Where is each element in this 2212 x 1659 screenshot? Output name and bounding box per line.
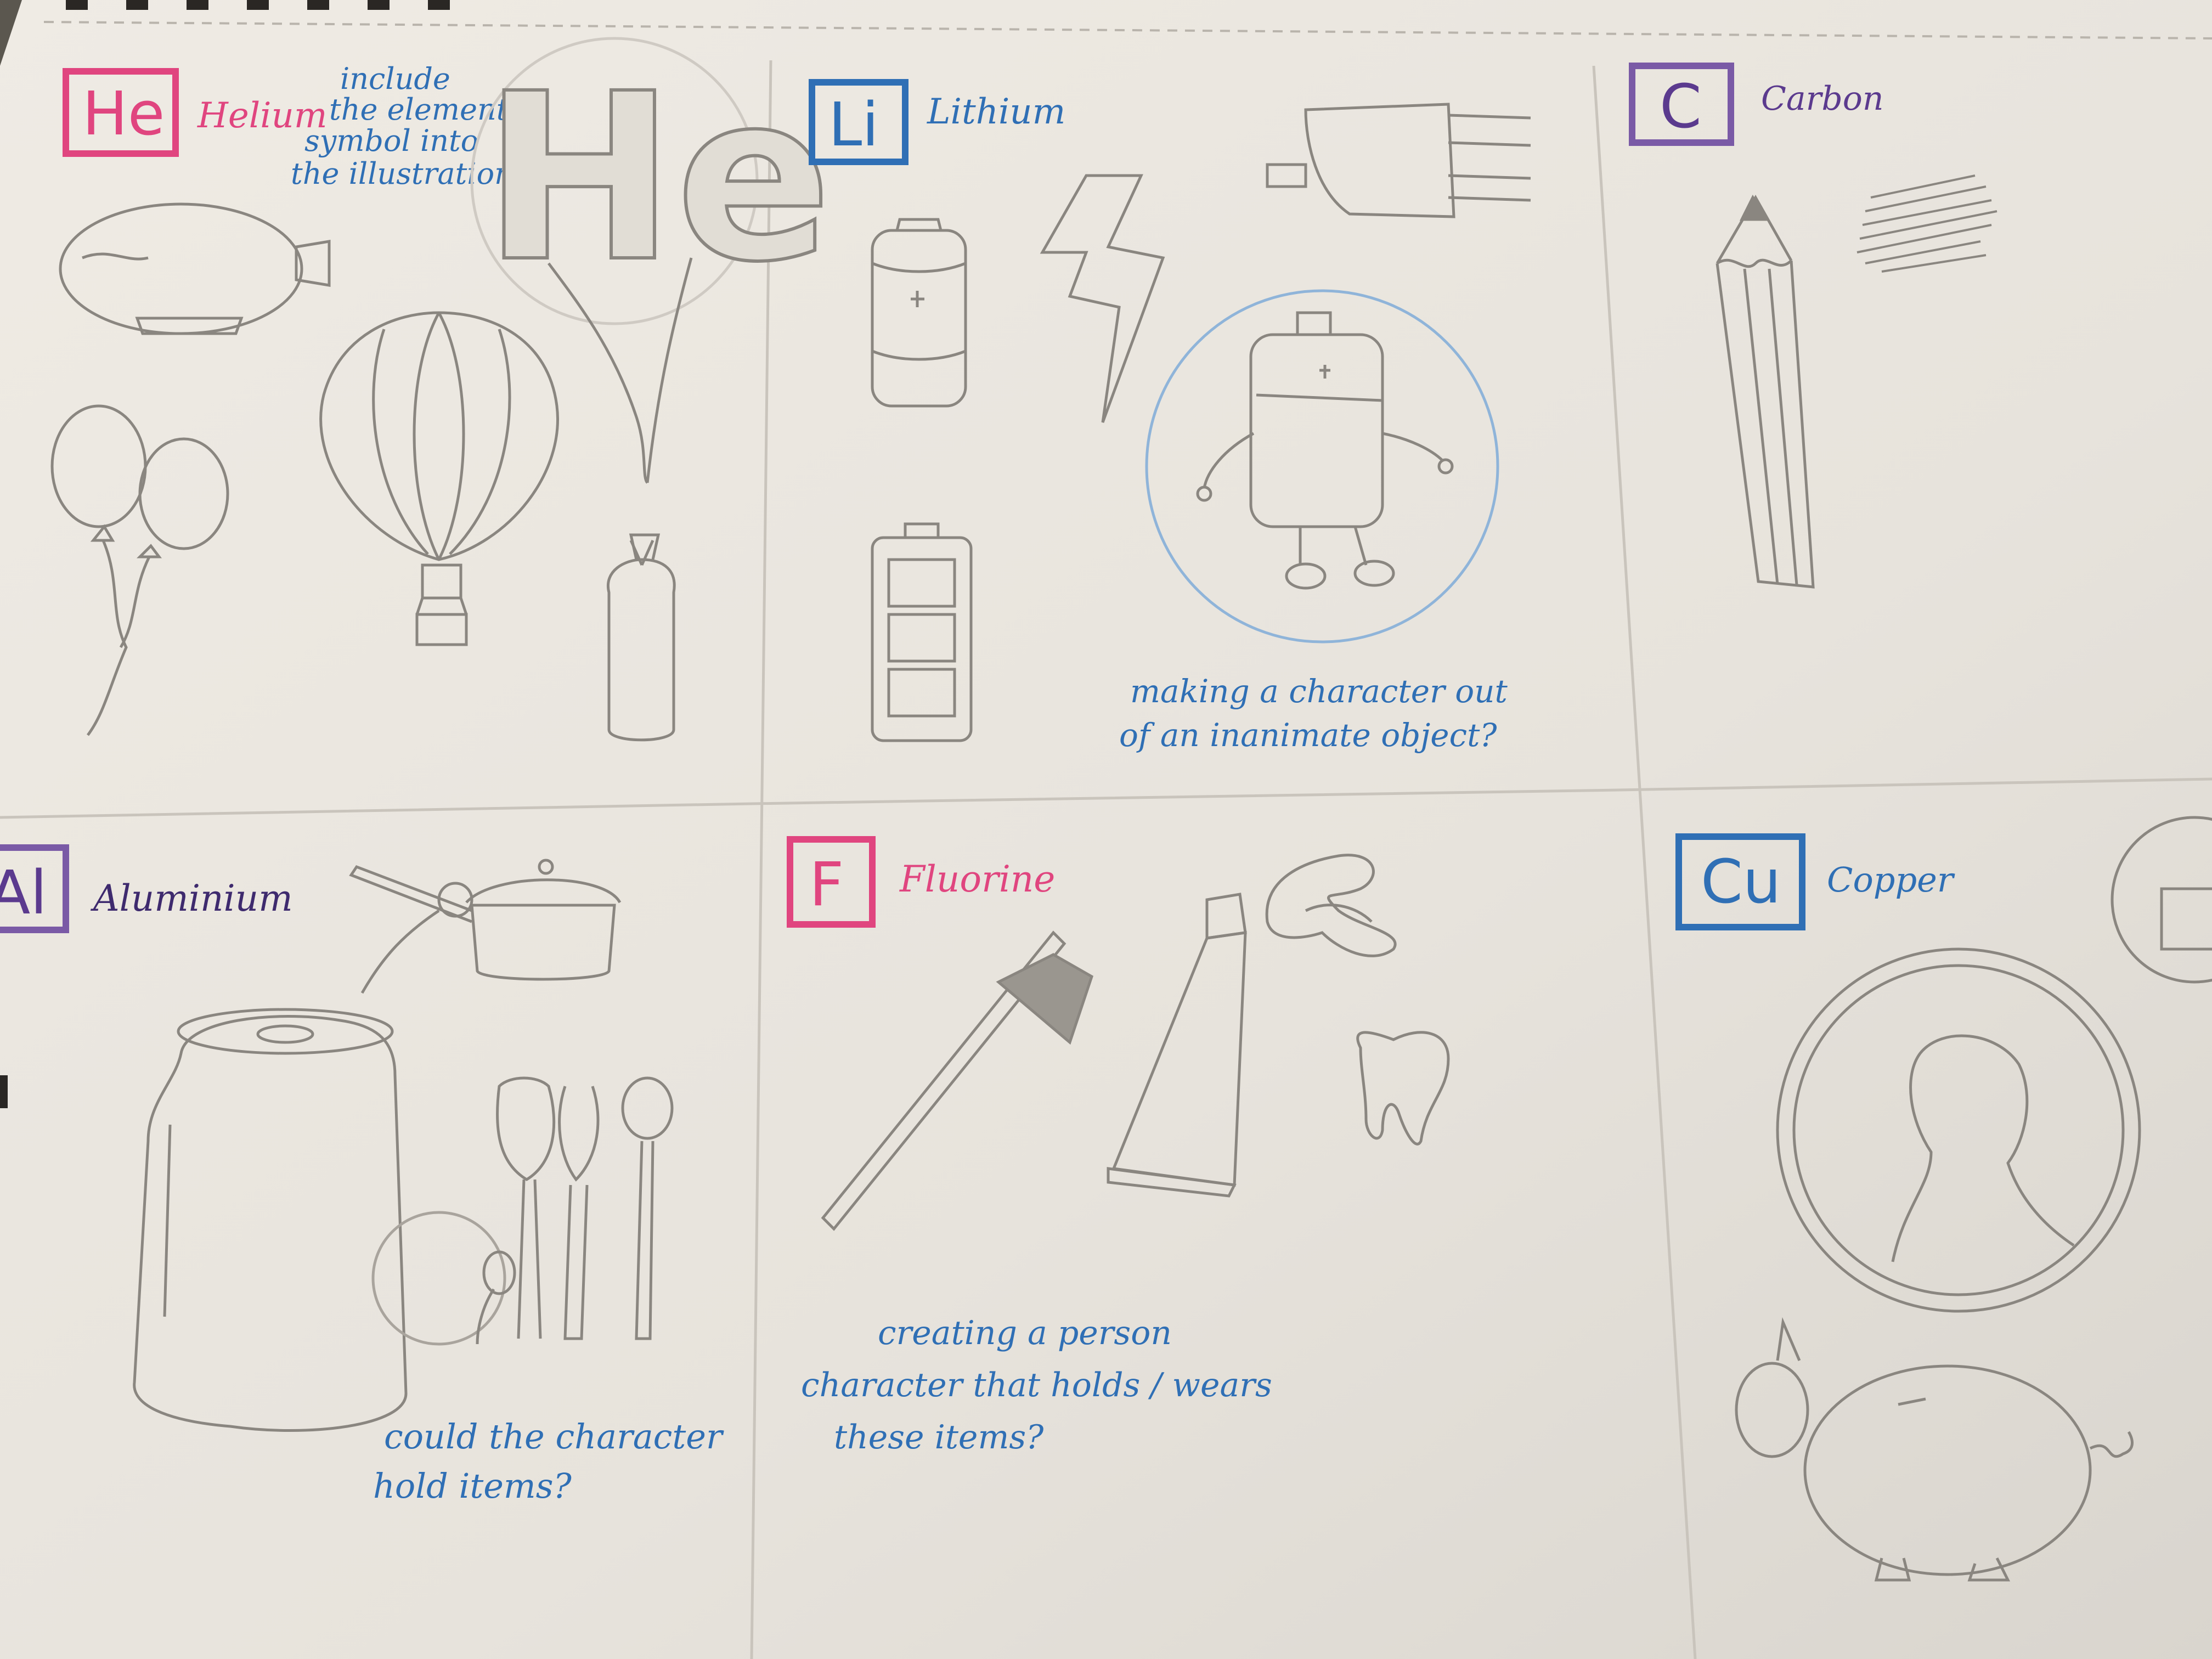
helium-symbol: He: [82, 78, 165, 149]
aluminium-note-line-2: hold items?: [373, 1466, 572, 1506]
aluminium-symbol: Al: [0, 857, 47, 928]
lithium-symbol: Li: [828, 89, 879, 160]
paper-sheet: [0, 0, 2212, 1659]
carbon-symbol: C: [1660, 71, 1702, 142]
helium-note-line-4: the illustration: [291, 156, 514, 191]
fluorine-note-line-2: character that holds / wears: [801, 1366, 1272, 1404]
helium-note-line-2: the element: [329, 92, 509, 127]
carbon-name: Carbon: [1761, 80, 1884, 118]
fluorine-note-line-1: creating a person: [878, 1314, 1172, 1352]
copper-symbol: Cu: [1701, 847, 1781, 917]
sketchbook-photo: He Helium include the element symbol int…: [0, 0, 2212, 1659]
aluminium-name: Aluminium: [90, 877, 293, 919]
helium-note-line-1: include: [340, 61, 450, 96]
lithium-note-line-1: making a character out: [1130, 673, 1508, 710]
fluorine-note-line-3: these items?: [834, 1418, 1044, 1457]
helium-note-line-3: symbol into: [304, 123, 478, 158]
lithium-note-line-2: of an inanimate object?: [1119, 716, 1497, 754]
fluorine-symbol: F: [809, 849, 844, 919]
binding-shadow: [0, 1075, 8, 1108]
he-letter-balloon: He: [483, 44, 832, 313]
fluorine-name: Fluorine: [899, 858, 1055, 900]
lithium-name: Lithium: [927, 92, 1065, 132]
aluminium-note-line-1: could the character: [384, 1417, 724, 1457]
copper-name: Copper: [1827, 860, 1955, 900]
